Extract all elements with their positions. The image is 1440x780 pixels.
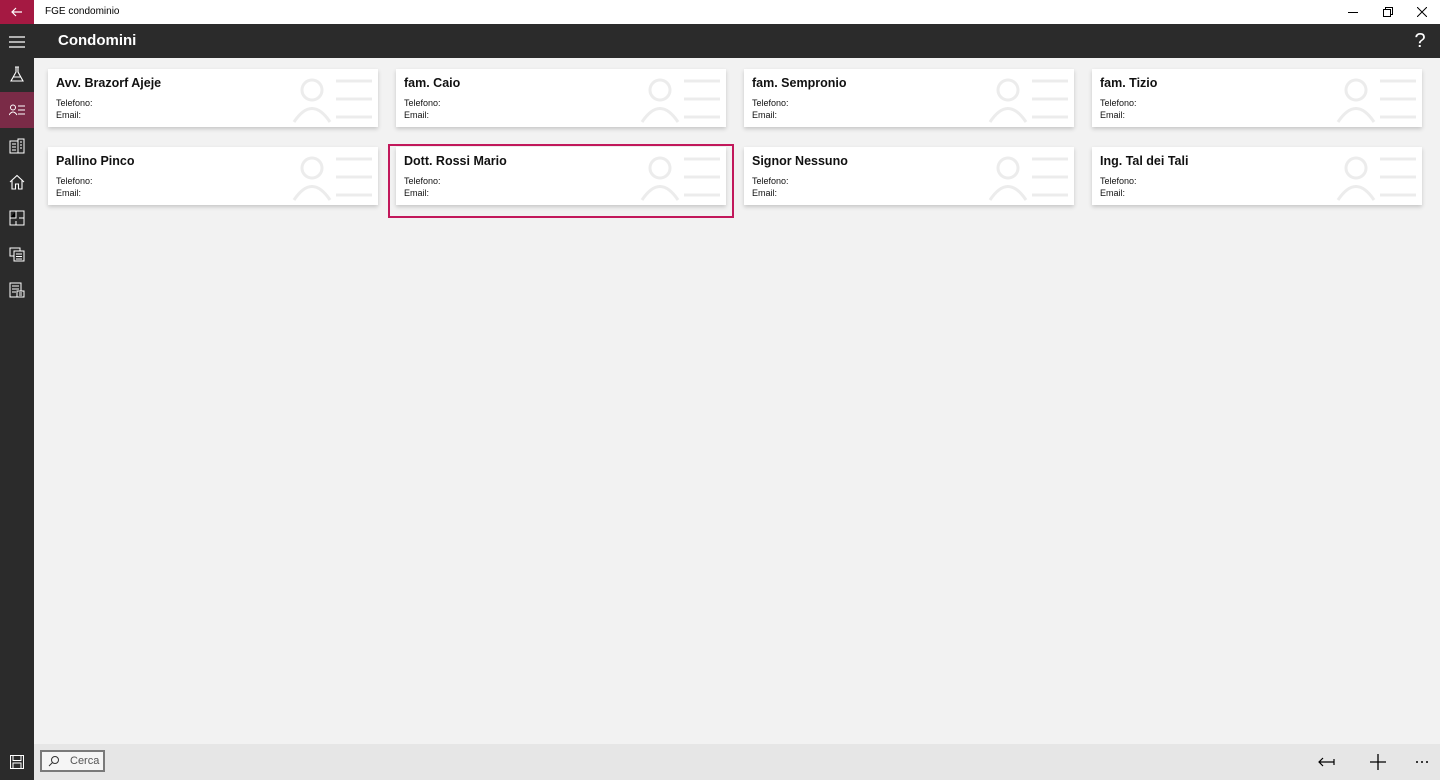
card-phone-label: Telefono: <box>1100 98 1137 108</box>
condominio-card[interactable]: fam. Tizio Telefono: Email: <box>1092 69 1422 127</box>
home-icon <box>9 174 25 190</box>
card-email-label: Email: <box>404 110 430 120</box>
contact-card-icon <box>988 78 1068 123</box>
card-email-label: Email: <box>404 188 430 198</box>
page-title: Condomini <box>58 32 137 49</box>
title-bar: FGE condominio <box>0 0 1440 24</box>
rail-item-floor-plan[interactable] <box>0 200 34 236</box>
card-phone-label: Telefono: <box>752 176 789 186</box>
rail-item-accounting[interactable] <box>0 272 34 308</box>
more-button[interactable] <box>1405 748 1439 776</box>
contact-card-icon <box>292 156 372 201</box>
add-button[interactable] <box>1361 748 1395 776</box>
close-button[interactable] <box>1405 0 1439 24</box>
condomini-grid: Avv. Brazorf Ajeje Telefono: Email: fam. Ca… <box>34 58 1440 744</box>
search-placeholder: Cerca <box>70 755 100 767</box>
card-name: Pallino Pinco <box>56 154 135 168</box>
condominio-card[interactable]: Ing. Tal dei Tali Telefono: Email: <box>1092 147 1422 205</box>
back-arrow-icon <box>11 7 22 17</box>
floor-plan-icon <box>9 210 25 226</box>
more-icon <box>1416 761 1428 763</box>
rail-item-home[interactable] <box>0 164 34 200</box>
save-icon <box>10 755 24 769</box>
card-name: fam. Sempronio <box>752 76 847 90</box>
flask-icon <box>10 66 24 82</box>
condominio-card[interactable]: Dott. Rossi Mario Telefono: Email: <box>396 147 726 205</box>
card-phone-label: Telefono: <box>404 176 441 186</box>
add-icon <box>1370 754 1386 770</box>
rail-item-lab[interactable] <box>0 56 34 92</box>
condominio-card[interactable]: fam. Caio Telefono: Email: <box>396 69 726 127</box>
command-bar: Cerca <box>34 744 1440 780</box>
window-title: FGE condominio <box>45 6 120 17</box>
search-icon <box>48 756 59 767</box>
card-name: Ing. Tal dei Tali <box>1100 154 1189 168</box>
hamburger-menu-button[interactable] <box>0 24 34 60</box>
condominio-card[interactable]: Avv. Brazorf Ajeje Telefono: Email: <box>48 69 378 127</box>
condominio-card[interactable]: fam. Sempronio Telefono: Email: <box>744 69 1074 127</box>
card-email-label: Email: <box>752 188 778 198</box>
card-phone-label: Telefono: <box>56 176 93 186</box>
minimize-button[interactable] <box>1336 0 1370 24</box>
close-icon <box>1417 7 1427 17</box>
card-name: Signor Nessuno <box>752 154 848 168</box>
contact-card-icon <box>988 156 1068 201</box>
card-phone-label: Telefono: <box>752 98 789 108</box>
card-email-label: Email: <box>1100 110 1126 120</box>
document-register-icon <box>9 247 25 262</box>
contact-card-icon <box>292 78 372 123</box>
contact-card-icon <box>1336 78 1416 123</box>
card-email-label: Email: <box>56 188 82 198</box>
minimize-icon <box>1348 12 1358 13</box>
condominio-card[interactable]: Pallino Pinco Telefono: Email: <box>48 147 378 205</box>
restore-button[interactable] <box>1371 0 1405 24</box>
card-email-label: Email: <box>56 110 82 120</box>
restore-icon <box>1383 7 1393 17</box>
card-name: fam. Caio <box>404 76 461 90</box>
calculator-sheet-icon <box>9 282 25 298</box>
search-input[interactable]: Cerca <box>40 750 105 772</box>
card-email-label: Email: <box>1100 188 1126 198</box>
card-name: fam. Tizio <box>1100 76 1158 90</box>
card-name: Avv. Brazorf Ajeje <box>56 76 162 90</box>
back-arrow-icon <box>1318 757 1335 767</box>
contact-card-icon <box>640 156 720 201</box>
contacts-list-icon <box>9 104 25 116</box>
page-header: Condomini ? <box>34 24 1440 58</box>
contact-card-icon <box>640 78 720 123</box>
help-button[interactable]: ? <box>1410 24 1430 58</box>
rail-item-buildings[interactable] <box>0 128 34 164</box>
card-phone-label: Telefono: <box>1100 176 1137 186</box>
card-email-label: Email: <box>752 110 778 120</box>
card-phone-label: Telefono: <box>56 98 93 108</box>
card-phone-label: Telefono: <box>404 98 441 108</box>
rail-item-register[interactable] <box>0 236 34 272</box>
hamburger-menu-icon <box>9 36 25 48</box>
contact-card-icon <box>1336 156 1416 201</box>
navigation-rail <box>0 24 34 780</box>
card-name: Dott. Rossi Mario <box>404 154 507 168</box>
back-button[interactable] <box>0 0 34 24</box>
back-to-start-button[interactable] <box>1310 748 1344 776</box>
condominio-card[interactable]: Signor Nessuno Telefono: Email: <box>744 147 1074 205</box>
rail-item-condomini[interactable] <box>0 92 34 128</box>
rail-item-save[interactable] <box>0 744 34 780</box>
buildings-icon <box>9 138 25 154</box>
